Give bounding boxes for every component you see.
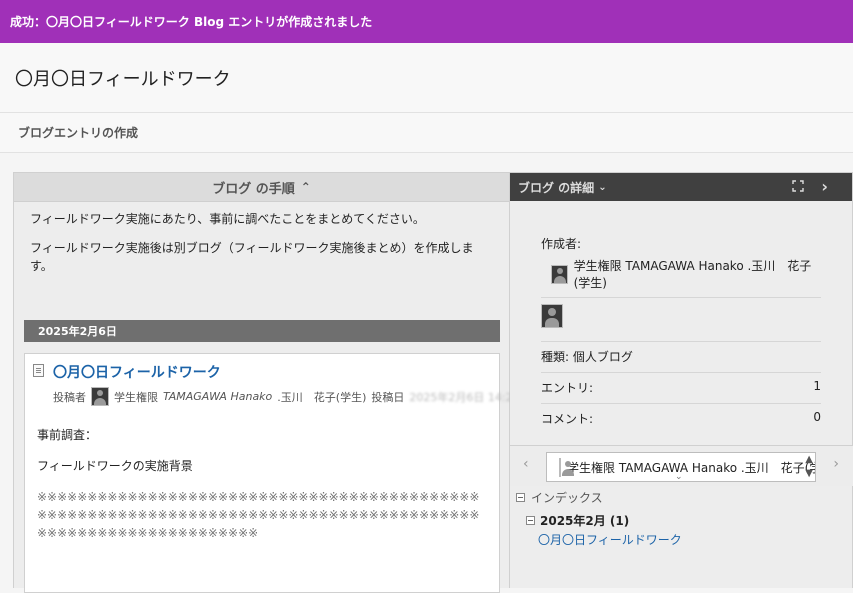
details-body: 作成者: 学生権限 TAMAGAWA Hanako .玉川 花子(学生) 種類:… <box>541 235 821 434</box>
avatar <box>559 457 574 477</box>
chevron-down-icon: ⌄ <box>598 181 607 193</box>
author-prefix: 学生権限 <box>114 390 158 404</box>
chevron-right-icon[interactable]: › <box>821 177 828 196</box>
collapse-icon[interactable] <box>516 493 525 502</box>
index-toggle[interactable]: インデックス <box>516 489 846 506</box>
expand-icon[interactable] <box>792 180 804 192</box>
entry-paragraph: ※※※※※※※※※※※※※※※※※※※※※※※※※※※※※※※※※※※※※※※※… <box>37 490 480 541</box>
select-arrows-icon[interactable]: ▲ ▼ <box>805 453 813 481</box>
chevron-left-icon[interactable]: ‹ <box>523 456 529 472</box>
entry-date-header: 2025年2月6日 <box>24 320 500 342</box>
author-english-name: TAMAGAWA Hanako <box>163 390 273 403</box>
index-section: インデックス 2025年2月 (1) 〇月〇日フィールドワーク <box>516 489 846 548</box>
document-icon <box>33 364 44 377</box>
instructions-paragraph: フィールドワーク実施後は別ブログ（フィールドワーク実施後まとめ）を作成します。 <box>30 240 474 274</box>
page-title: 〇月〇日フィールドワーク <box>15 69 231 90</box>
instructions-heading: ブログ の手順 <box>212 181 295 197</box>
index-entry-link[interactable]: 〇月〇日フィールドワーク <box>538 531 846 548</box>
blog-main-column: ブログ の手順 ⌃ フィールドワーク実施にあたり、事前に調べたことをまとめてくだ… <box>13 172 537 593</box>
selected-author: 学生権限 TAMAGAWA Hanako .玉川 花子(学生) <box>567 460 816 475</box>
entry-meta: 投稿者 学生権限 TAMAGAWA Hanako .玉川 花子(学生) 投稿日 … <box>53 387 537 406</box>
blog-details-column: ブログ の詳細 ⌄ › 作成者: 学生権限 TAMAGAWA Hanako .玉… <box>510 172 853 588</box>
month-label: 2025年2月 (1) <box>540 514 630 528</box>
chevron-down-icon: ⌄ <box>675 472 683 482</box>
entry-body: 事前調査： フィールドワークの実施背景 ※※※※※※※※※※※※※※※※※※※※… <box>37 426 487 554</box>
posted-by-label: 投稿者 <box>53 390 86 404</box>
instructions-toggle[interactable]: ブログ の手順 ⌃ <box>14 173 509 202</box>
success-banner: 成功：〇月〇日フィールドワーク Blog エントリが作成されました <box>0 0 853 43</box>
chevron-right-icon[interactable]: › <box>833 456 839 472</box>
instructions-paragraph: フィールドワーク実施にあたり、事前に調べたことをまとめてください。 <box>30 212 425 226</box>
chevron-up-icon: ⌃ <box>300 180 311 194</box>
author-navigator: ‹ 学生権限 TAMAGAWA Hanako .玉川 花子(学生) ▲ ▼ ⌄ › <box>510 445 853 486</box>
detail-row-comments: コメント: 0 <box>541 403 821 434</box>
detail-row-type: 種類: 個人ブログ <box>541 341 821 372</box>
author-japanese-name: .玉川 花子(学生) <box>277 390 367 404</box>
instructions-body: フィールドワーク実施にあたり、事前に調べたことをまとめてください。 フィールドワ… <box>14 202 509 294</box>
avatar-large <box>541 304 563 328</box>
detail-label: エントリ: <box>541 381 594 395</box>
author-select[interactable]: 学生権限 TAMAGAWA Hanako .玉川 花子(学生) ▲ ▼ ⌄ <box>546 452 816 482</box>
entry-paragraph: 事前調査： <box>37 428 98 442</box>
detail-label: 種類: 個人ブログ <box>541 350 633 364</box>
author-name: 学生権限 TAMAGAWA Hanako .玉川 花子(学生) <box>573 259 812 290</box>
posted-date-label: 投稿日 <box>371 390 405 404</box>
author-line: 学生権限 TAMAGAWA Hanako .玉川 花子(学生) <box>541 255 821 298</box>
author-label: 作成者: <box>541 237 582 251</box>
collapse-icon[interactable] <box>526 516 535 525</box>
success-message: 成功：〇月〇日フィールドワーク Blog エントリが作成されました <box>10 15 373 29</box>
page-subheader: ブログエントリの作成 <box>0 113 853 153</box>
entry-title-link[interactable]: 〇月〇日フィールドワーク <box>53 362 221 382</box>
details-header[interactable]: ブログ の詳細 ⌄ › <box>510 173 852 201</box>
detail-value: 0 <box>813 410 821 424</box>
page-subtitle: ブログエントリの作成 <box>18 126 139 140</box>
index-heading: インデックス <box>531 491 603 505</box>
entry-date: 2025年2月6日 <box>38 325 117 338</box>
page-header: 〇月〇日フィールドワーク <box>0 43 853 113</box>
detail-label: コメント: <box>541 412 594 426</box>
detail-row-entries: エントリ: 1 <box>541 372 821 403</box>
entry-paragraph: フィールドワークの実施背景 <box>37 459 193 474</box>
blog-entry: 〇月〇日フィールドワーク 投稿者 学生権限 TAMAGAWA Hanako .玉… <box>24 353 537 593</box>
detail-value: 1 <box>813 379 821 393</box>
details-heading: ブログ の詳細 <box>518 180 595 195</box>
index-month[interactable]: 2025年2月 (1) <box>526 512 846 529</box>
avatar <box>91 387 109 406</box>
avatar <box>551 264 568 284</box>
